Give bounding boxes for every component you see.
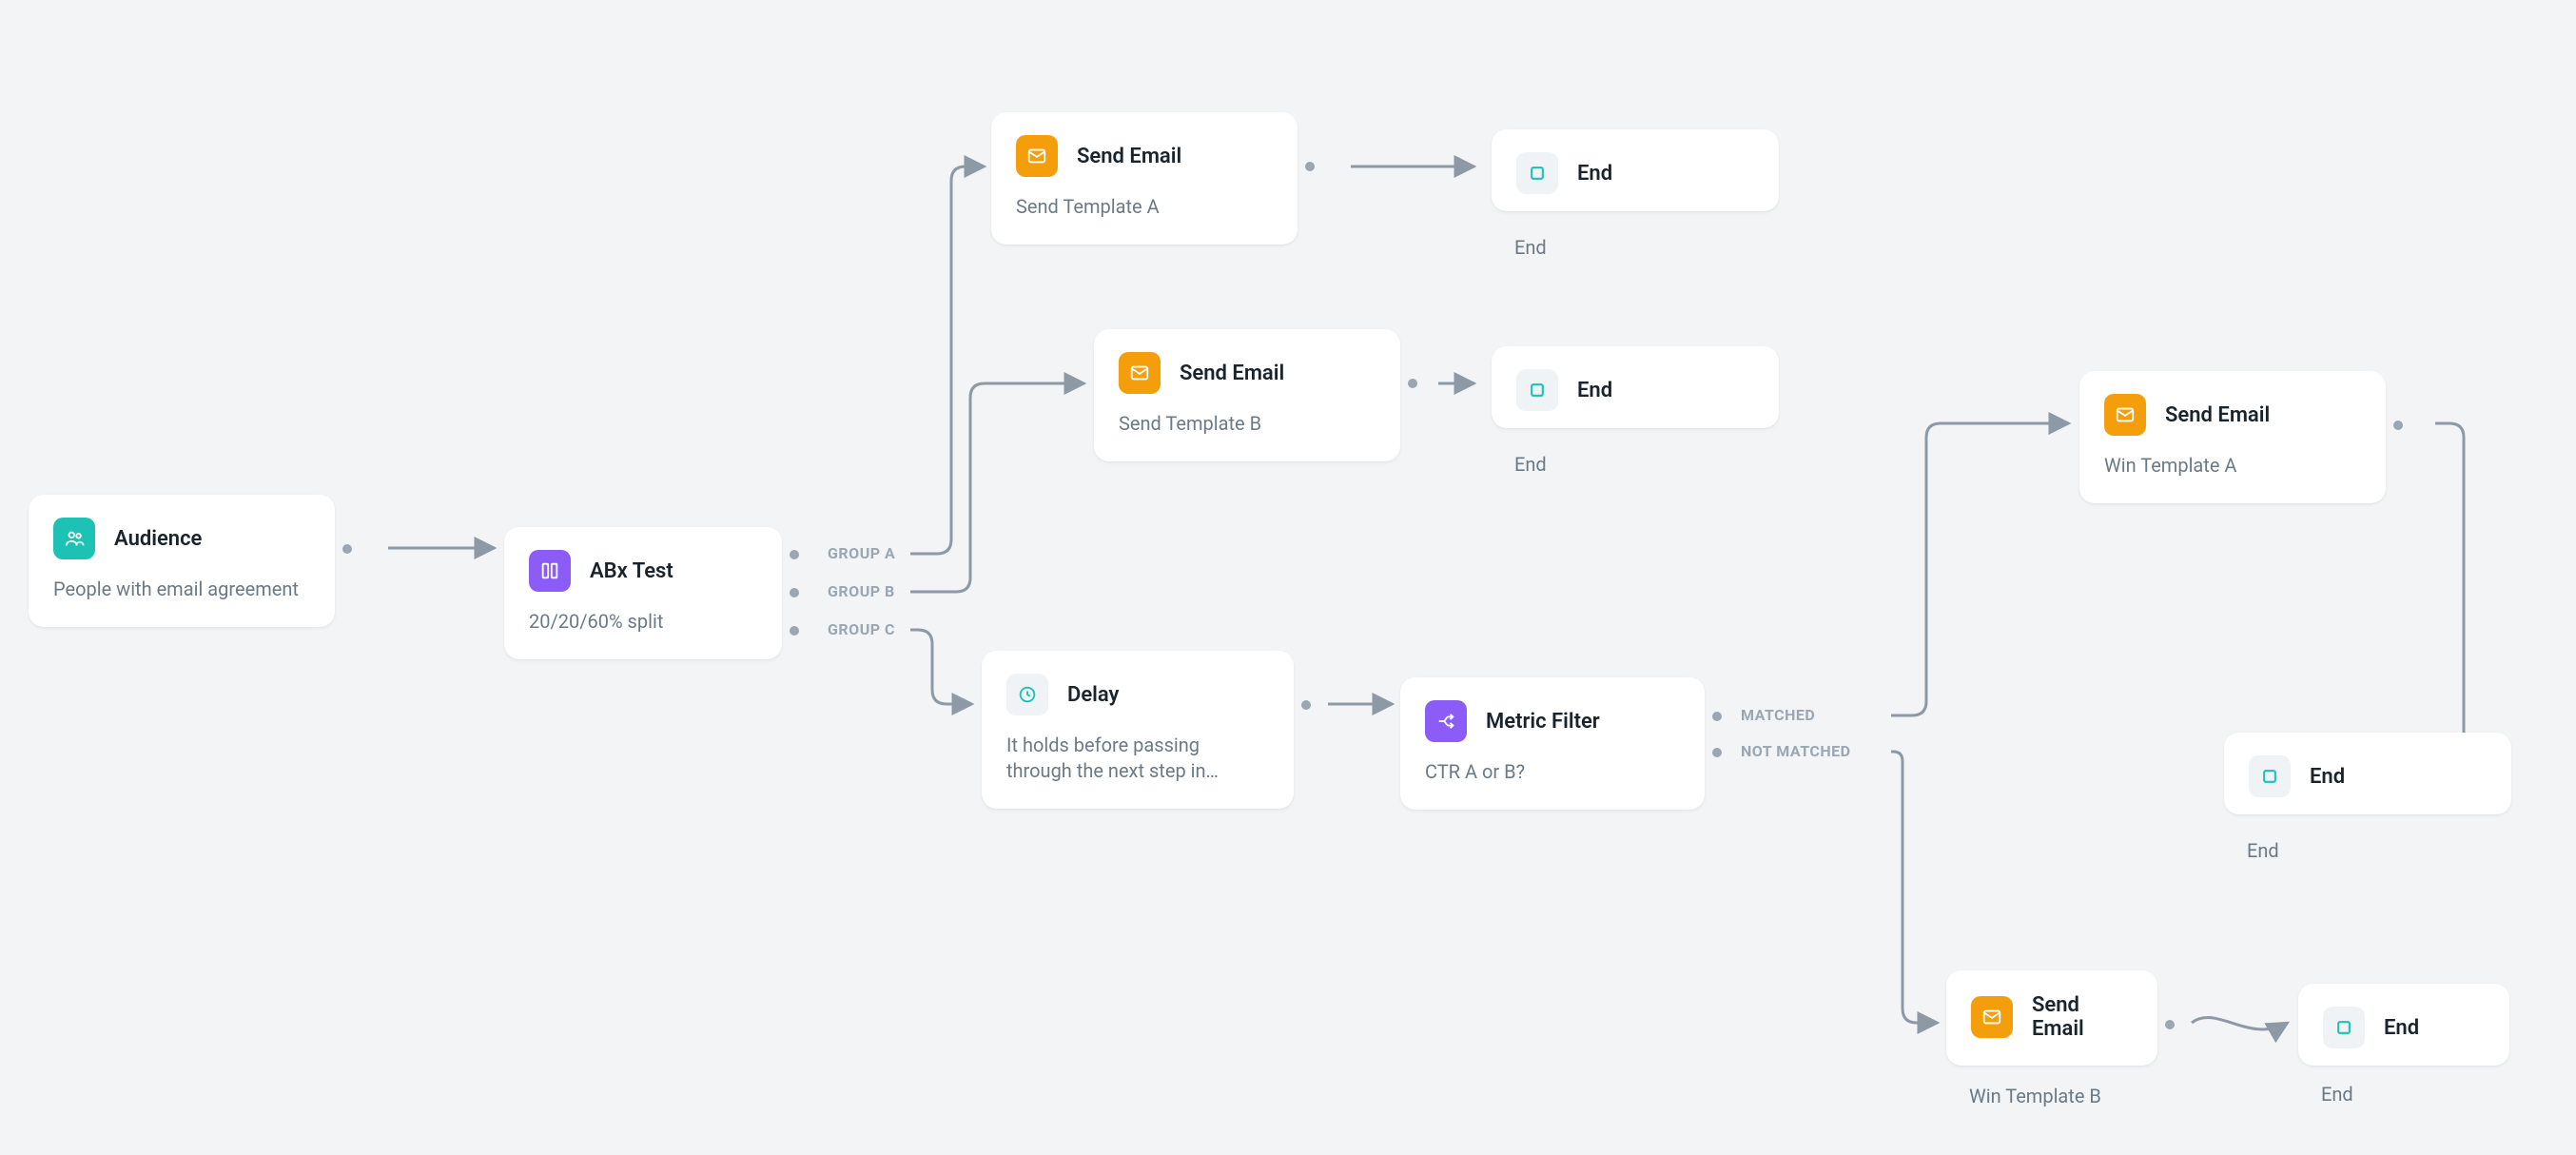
end-icon <box>2249 755 2291 797</box>
node-audience[interactable]: Audience People with email agreement <box>29 495 335 627</box>
node-title: End <box>2310 765 2345 789</box>
node-win-a[interactable]: Send Email Win Template A <box>2079 371 2386 503</box>
node-abx-test[interactable]: ABx Test 20/20/60% split <box>504 527 782 659</box>
node-desc: Send Template A <box>1016 194 1273 220</box>
node-send-email-b[interactable]: Send Email Send Template B <box>1094 329 1400 461</box>
node-end-4[interactable]: End <box>2298 984 2509 1066</box>
node-title: End <box>1577 162 1612 186</box>
port-out[interactable] <box>1408 379 1417 388</box>
port-out[interactable] <box>1305 162 1315 171</box>
mail-icon <box>1016 135 1058 177</box>
node-title: End <box>1577 379 1612 402</box>
node-desc: People with email agreement <box>53 577 310 602</box>
node-end-1[interactable]: End <box>1492 129 1779 211</box>
port-out[interactable] <box>342 544 352 554</box>
port-group-c[interactable] <box>790 626 799 636</box>
node-desc: Win Template B <box>1969 1085 2101 1107</box>
node-title: Metric Filter <box>1486 710 1600 734</box>
mail-icon <box>1971 996 2013 1038</box>
node-desc: End <box>2321 1083 2353 1106</box>
split-icon <box>529 550 571 592</box>
mail-icon <box>1119 352 1161 394</box>
node-desc: End <box>1514 453 1547 476</box>
port-group-b[interactable] <box>790 588 799 597</box>
end-icon <box>2323 1007 2365 1048</box>
node-desc: End <box>1514 236 1547 259</box>
node-desc: Send Template B <box>1119 411 1376 437</box>
branch-icon <box>1425 700 1467 742</box>
port-group-a[interactable] <box>790 550 799 559</box>
node-title: Send Email <box>2165 403 2270 427</box>
end-icon <box>1516 369 1558 411</box>
audience-icon <box>53 518 95 559</box>
port-out[interactable] <box>2393 421 2403 430</box>
port-out[interactable] <box>1301 700 1311 710</box>
port-not-matched[interactable] <box>1712 748 1722 757</box>
node-desc: 20/20/60% split <box>529 609 757 635</box>
node-delay[interactable]: Delay It holds before passing through th… <box>982 651 1294 809</box>
port-label: GROUP B <box>828 582 895 600</box>
node-metric-filter[interactable]: Metric Filter CTR A or B? <box>1400 677 1705 810</box>
port-matched[interactable] <box>1712 712 1722 721</box>
port-out[interactable] <box>2165 1020 2175 1029</box>
node-title: Send Email <box>1077 145 1181 168</box>
node-desc: Win Template A <box>2104 453 2361 479</box>
node-desc: End <box>2247 839 2279 862</box>
node-title: Audience <box>114 527 202 551</box>
port-label: NOT MATCHED <box>1741 742 1851 760</box>
port-label: GROUP A <box>828 544 895 562</box>
end-icon <box>1516 152 1558 194</box>
node-title: End <box>2384 1016 2419 1040</box>
node-title: Send Email <box>1180 362 1284 385</box>
node-desc: It holds before passing through the next… <box>1006 733 1269 784</box>
clock-icon <box>1006 674 1048 715</box>
node-desc: CTR A or B? <box>1425 759 1680 785</box>
node-end-2[interactable]: End <box>1492 346 1779 428</box>
port-label: MATCHED <box>1741 706 1815 724</box>
mail-icon <box>2104 394 2146 436</box>
node-title: Delay <box>1067 683 1119 707</box>
node-send-email-a[interactable]: Send Email Send Template A <box>991 112 1298 245</box>
node-title: Send Email <box>2032 993 2133 1041</box>
node-end-3[interactable]: End <box>2224 733 2511 814</box>
node-title: ABx Test <box>590 559 673 583</box>
port-label: GROUP C <box>828 620 895 638</box>
node-win-b[interactable]: Send Email <box>1946 970 2157 1066</box>
